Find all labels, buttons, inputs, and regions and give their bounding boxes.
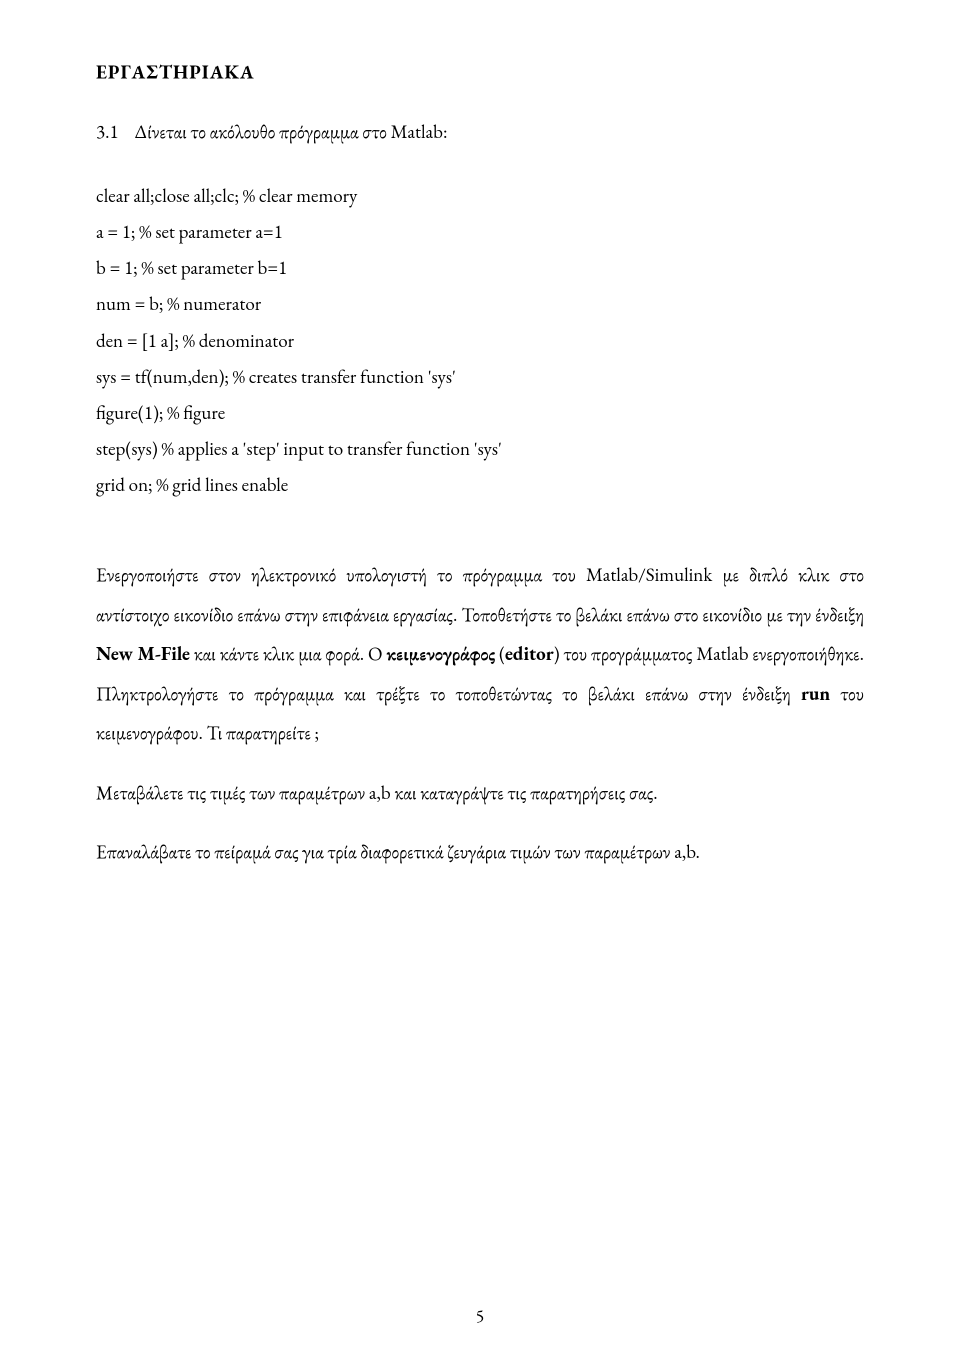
code-line: figure(1); % figure xyxy=(96,395,864,431)
bold-run: run xyxy=(801,681,830,706)
paragraph-3: Επαναλάβατε το πείραμά σας για τρία διαφ… xyxy=(96,832,864,872)
page-number: 5 xyxy=(0,1300,960,1334)
code-line: num = b; % numerator xyxy=(96,286,864,322)
item-number: 3.1 xyxy=(96,114,119,150)
para1-d: ( xyxy=(495,641,505,666)
code-line: b = 1; % set parameter b=1 xyxy=(96,250,864,286)
paragraph-2: Μεταβάλετε τις τιμές των παραμέτρων a,b … xyxy=(96,773,864,813)
para1-a: Ενεργοποιήστε στον ηλεκτρονικό υπολογιστ… xyxy=(96,562,864,627)
paragraph-1: Ενεργοποιήστε στον ηλεκτρονικό υπολογιστ… xyxy=(96,555,864,753)
code-line: den = [1 a]; % denominator xyxy=(96,323,864,359)
exercise-prompt: 3.1 Δίνεται το ακόλουθο πρόγραμμα στο Ma… xyxy=(96,114,864,150)
section-heading: ΕΡΓΑΣΤΗΡΙΑΚΑ xyxy=(96,54,864,90)
code-line: a = 1; % set parameter a=1 xyxy=(96,214,864,250)
para1-c: και κάντε κλικ μια φορά. Ο xyxy=(190,641,387,666)
code-line: grid on; % grid lines enable xyxy=(96,467,864,503)
bold-editor-en: editor xyxy=(505,641,554,666)
code-line: clear all;close all;clc; % clear memory xyxy=(96,178,864,214)
code-line: step(sys) % applies a 'step' input to tr… xyxy=(96,431,864,467)
prompt-text: Δίνεται το ακόλουθο πρόγραμμα στο Matlab… xyxy=(134,119,447,144)
bold-new-m-file: New M-File xyxy=(96,641,190,666)
code-line: sys = tf(num,den); % creates transfer fu… xyxy=(96,359,864,395)
bold-editor-greek: κειμενογράφος xyxy=(386,641,495,666)
code-block: clear all;close all;clc; % clear memory … xyxy=(96,178,864,503)
